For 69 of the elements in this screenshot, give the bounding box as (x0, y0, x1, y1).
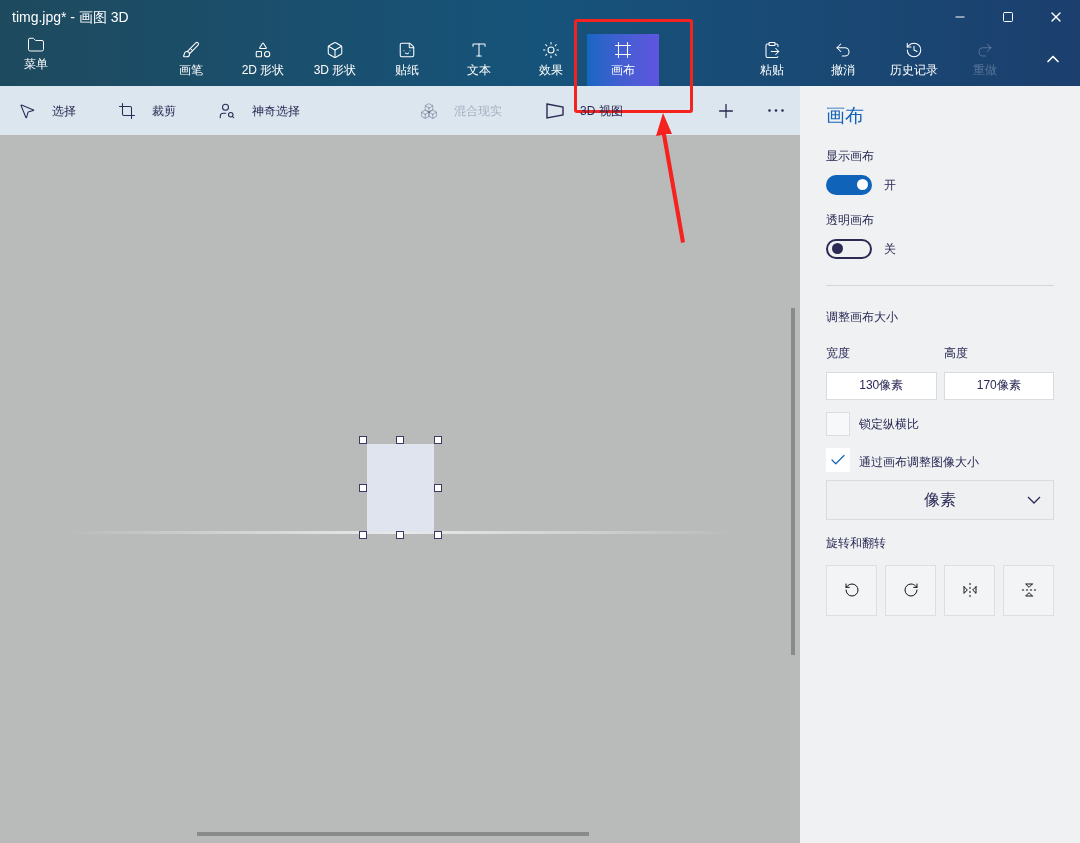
history-icon (904, 41, 923, 59)
resize-handle[interactable] (359, 436, 367, 444)
resize-handle[interactable] (359, 484, 367, 492)
rotate-right-icon (902, 582, 919, 598)
resize-handle[interactable] (396, 531, 404, 539)
section-heading: 调整画布大小 (826, 308, 899, 326)
checkbox[interactable] (826, 447, 850, 472)
person-search-icon (218, 101, 236, 120)
ribbon-action[interactable]: 粘贴 (736, 34, 807, 86)
rotate-flip-button[interactable] (944, 564, 995, 616)
checkbox-label: 锁定纵横比 (859, 415, 919, 433)
ribbon-tab[interactable]: 画布 (587, 34, 659, 86)
toolbar-button[interactable]: 选择 (18, 95, 76, 126)
boxes-icon (420, 101, 438, 120)
toggle-switch[interactable] (826, 174, 872, 195)
ribbon-tab[interactable]: 效果 (515, 34, 587, 86)
resize-handle[interactable] (359, 531, 367, 539)
sticker-icon (398, 41, 416, 59)
size-input[interactable]: 170像素 (943, 371, 1054, 400)
horizontal-scrollbar[interactable] (197, 832, 589, 836)
unit-dropdown[interactable]: 像素 (826, 479, 1054, 520)
crop-icon (118, 101, 136, 120)
toolbar-button[interactable]: 神奇选择 (218, 95, 300, 126)
clipboard-icon (762, 41, 781, 59)
toolbar-button[interactable]: 3D 视图 (546, 95, 623, 126)
toggle-label: 透明画布 (826, 211, 875, 229)
field-label: 高度 (943, 344, 969, 362)
field-label: 宽度 (826, 344, 851, 362)
view-3d-icon (546, 102, 564, 119)
sun-icon (542, 41, 560, 59)
toggle-switch[interactable] (826, 238, 872, 259)
ribbon-tab[interactable]: 贴纸 (371, 34, 443, 86)
rotate-left-icon (843, 582, 860, 598)
brush-icon (182, 41, 200, 59)
resize-handle[interactable] (434, 531, 442, 539)
text-icon (470, 41, 488, 59)
redo-icon (975, 41, 994, 59)
toolbar-button[interactable]: 裁剪 (118, 95, 176, 126)
cube-icon (326, 41, 344, 59)
resize-handle[interactable] (434, 436, 442, 444)
resize-handle[interactable] (434, 484, 442, 492)
toggle-label: 显示画布 (826, 147, 875, 165)
resize-handle[interactable] (396, 436, 404, 444)
pointer-icon (18, 101, 36, 120)
ribbon-tab[interactable]: 3D 形状 (299, 34, 371, 86)
folder-icon (27, 35, 45, 54)
rotate-flip-button[interactable] (1003, 564, 1054, 616)
flip-horizontal-icon (961, 582, 978, 598)
vertical-scrollbar[interactable] (791, 308, 795, 655)
checkbox-label: 通过画布调整图像大小 (859, 453, 979, 471)
size-input[interactable]: 130像素 (826, 371, 937, 400)
maximize-icon (1002, 11, 1014, 23)
section-heading: 旋转和翻转 (826, 534, 887, 552)
ribbon-action[interactable]: 撤消 (807, 34, 878, 86)
checkbox[interactable] (826, 411, 850, 436)
ribbon-tab[interactable]: 画笔 (155, 34, 227, 86)
ribbon-tab[interactable]: 2D 形状 (227, 34, 299, 86)
toggle-state: 开 (884, 176, 896, 194)
chevron-down-icon (1027, 495, 1041, 504)
ribbon-action[interactable]: 历史记录 (878, 34, 949, 86)
more-icon (768, 109, 784, 112)
shapes-icon (254, 41, 272, 59)
panel-title: 画布 (826, 104, 865, 128)
undo-icon (833, 41, 852, 59)
flip-vertical-icon (1020, 582, 1037, 598)
toggle-state: 关 (884, 240, 896, 258)
frame-icon (614, 41, 632, 59)
ribbon-tab[interactable]: 文本 (443, 34, 515, 86)
window-title: timg.jpg* - 画图 3D (12, 7, 129, 27)
